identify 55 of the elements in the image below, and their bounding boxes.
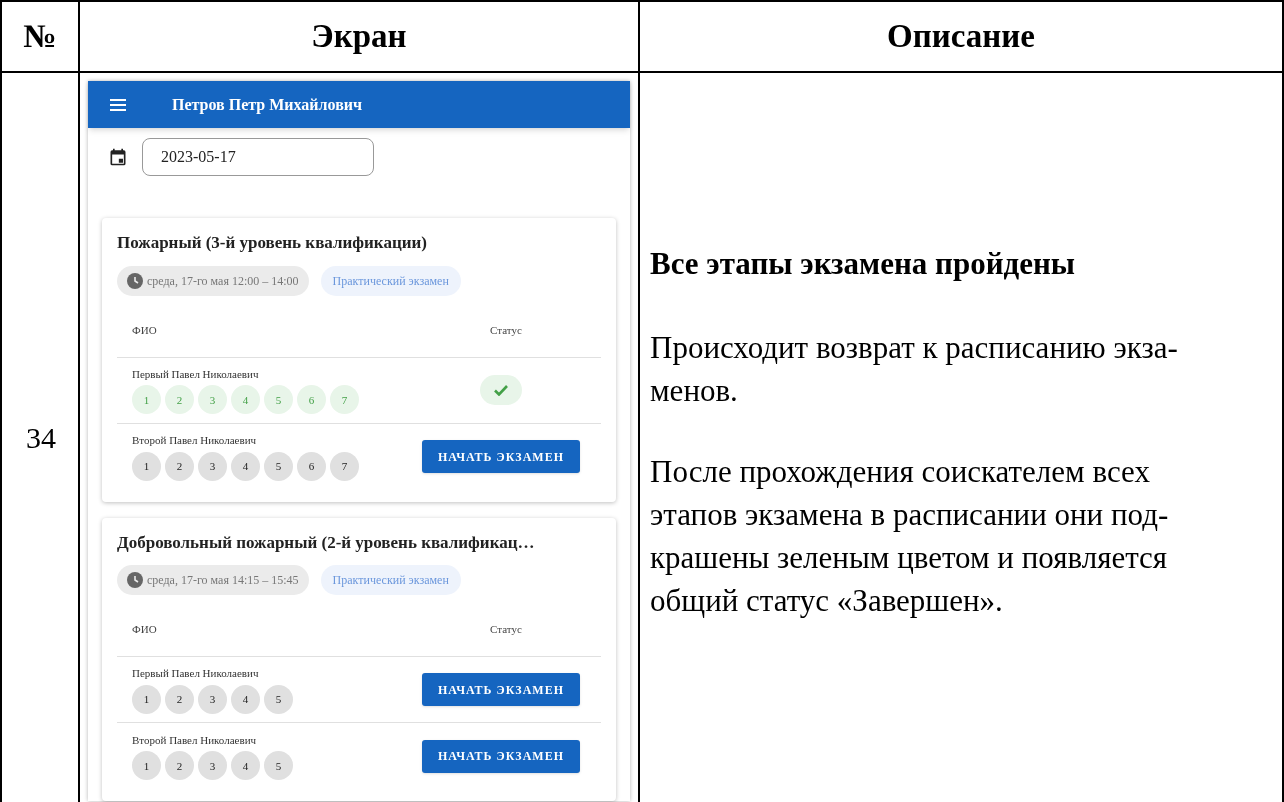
menu-icon[interactable] [110, 98, 126, 111]
row-number: 34 [0, 73, 78, 802]
stage-badge: 3 [198, 751, 227, 781]
stage-badge: 5 [264, 451, 293, 481]
stage-badge: 2 [165, 751, 194, 781]
stage-badge: 1 [132, 385, 161, 415]
table-header: Статус [489, 622, 523, 638]
stage-badge: 1 [132, 451, 161, 481]
exam-type-chip: Практический экзамен [320, 265, 461, 296]
start-exam-button[interactable]: НАЧАТЬ ЭКЗАМЕН [421, 739, 580, 773]
stage-badge: 6 [297, 451, 326, 481]
stage-badge: 4 [231, 684, 260, 714]
stage-badge: 4 [231, 451, 260, 481]
column-header: № [0, 0, 78, 73]
column-header: Экран [78, 0, 638, 73]
time-text: среда, 17-го мая 12:00 – 14:00 [147, 272, 299, 290]
stage-badge: 2 [165, 385, 194, 415]
description-paragraph: После прохождения соискателем всех этапов экзамена в расписании они под- крашены зеленым цветом и появляется общий статус «Завершен». [650, 452, 1170, 620]
stage-badge: 2 [165, 451, 194, 481]
stage-badge: 7 [330, 451, 359, 481]
date-field[interactable]: 2023-05-17 [142, 138, 374, 176]
stage-badge: 5 [264, 385, 293, 415]
table-header: ФИО [132, 322, 157, 338]
student-name: Второй Павел Николаевич [132, 433, 258, 449]
student-name: Второй Павел Николаевич [132, 732, 258, 748]
stage-badge: 1 [132, 684, 161, 714]
app-bar-title: Петров Петр Михайлович [172, 94, 363, 116]
calendar-icon[interactable] [108, 147, 128, 167]
exam-type-chip: Практический экзамен [320, 565, 461, 595]
table-header: Статус [489, 322, 523, 338]
clock-icon [127, 572, 143, 588]
stage-badge: 4 [231, 751, 260, 781]
description-heading: Все этапы экзамена пройдены [650, 245, 1076, 283]
description-paragraph: Происходит возврат к расписанию экза- менов. [650, 328, 1179, 410]
stage-badge: 3 [198, 451, 227, 481]
start-exam-button[interactable]: НАЧАТЬ ЭКЗАМЕН [421, 673, 580, 706]
stage-badge: 3 [198, 385, 227, 415]
stage-badge: 7 [330, 385, 359, 415]
exam-title: Добровольный пожарный (2-й уровень квалификац… [117, 531, 536, 554]
table-header: ФИО [132, 622, 157, 638]
stage-badge: 2 [165, 684, 194, 714]
student-name: Первый Павел Николаевич [132, 666, 260, 682]
exam-title: Пожарный (3-й уровень квалификации) [117, 232, 428, 254]
stage-badge: 6 [297, 385, 326, 415]
student-name: Первый Павел Николаевич [132, 366, 260, 382]
stage-badge: 1 [132, 751, 161, 781]
time-text: среда, 17-го мая 14:15 – 15:45 [147, 572, 299, 589]
start-exam-button[interactable]: НАЧАТЬ ЭКЗАМЕН [421, 440, 580, 473]
stage-badge: 5 [264, 684, 293, 714]
clock-icon [127, 272, 143, 289]
stage-badge: 3 [198, 684, 227, 714]
checkmark-icon [494, 384, 508, 396]
column-header: Описание [638, 0, 1284, 73]
stage-badge: 5 [264, 751, 293, 781]
stage-badge: 4 [231, 385, 260, 415]
